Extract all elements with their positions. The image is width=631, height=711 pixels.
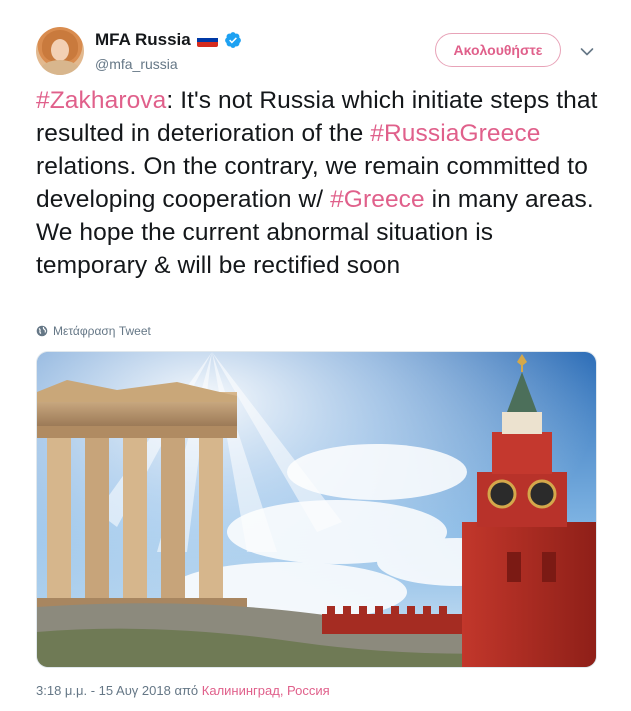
chevron-down-icon[interactable] (579, 44, 595, 60)
parthenon-kremlin-illustration (37, 352, 596, 667)
tweet-text: #Zakharova: It's not Russia which initia… (36, 84, 606, 282)
avatar-face (51, 39, 69, 61)
tweet-card: MFA Russia @mfa_russia Ακολουθήστε #Zakh… (0, 0, 631, 711)
author-display-name[interactable]: MFA Russia (95, 30, 191, 50)
hashtag-link[interactable]: #Zakharova (36, 87, 166, 114)
avatar[interactable] (36, 27, 84, 75)
verified-badge-icon (224, 32, 241, 48)
timestamp-time[interactable]: 3:18 μ.μ. - 15 Αυγ 2018 από (36, 683, 202, 698)
tweet-location-link[interactable]: Калининград, Россия (202, 683, 330, 698)
hashtag-link[interactable]: #RussiaGreece (370, 120, 540, 147)
tweet-image[interactable] (36, 351, 597, 668)
author-name-row: MFA Russia (95, 30, 242, 50)
follow-button[interactable]: Ακολουθήστε (435, 33, 561, 67)
tweet-timestamp: 3:18 μ.μ. - 15 Αυγ 2018 από Калининград,… (36, 683, 330, 698)
hashtag-link[interactable]: #Greece (330, 186, 425, 213)
russian-flag-icon (196, 33, 218, 47)
globe-icon (36, 325, 48, 337)
author-handle[interactable]: @mfa_russia (95, 56, 178, 72)
avatar-body (40, 60, 80, 75)
translate-tweet-link[interactable]: Μετάφραση Tweet (36, 324, 151, 338)
translate-label: Μετάφραση Tweet (53, 324, 151, 338)
parthenon (37, 380, 247, 612)
